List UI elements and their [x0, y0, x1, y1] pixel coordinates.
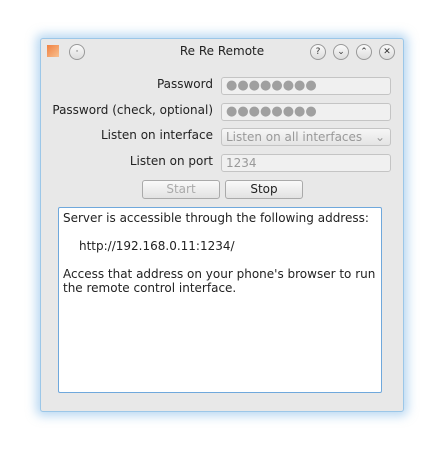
port-label: Listen on port	[129, 154, 213, 168]
stop-button[interactable]: Stop	[225, 180, 303, 199]
output-line: Server is accessible through the followi…	[63, 211, 369, 225]
password-label: Password	[156, 77, 213, 91]
minimize-icon[interactable]: ⌄	[333, 44, 349, 60]
interface-select[interactable]: Listen on all interfaces ⌄	[221, 128, 391, 146]
close-icon[interactable]: ✕	[379, 44, 395, 60]
password-input[interactable]: ●●●●●●●●	[221, 77, 391, 95]
start-button[interactable]: Start	[142, 180, 220, 199]
title-bar[interactable]: · Re Re Remote ? ⌄ ⌃ ✕	[41, 39, 403, 63]
server-address: http://192.168.0.11:1234/	[79, 239, 235, 253]
password-check-label: Password (check, optional)	[52, 103, 213, 117]
port-input[interactable]: 1234	[221, 154, 391, 172]
interface-label: Listen on interface	[100, 128, 213, 142]
app-window: · Re Re Remote ? ⌄ ⌃ ✕ Password ●●●●●●●●…	[40, 38, 404, 412]
interface-value: Listen on all interfaces	[226, 130, 363, 144]
maximize-icon[interactable]: ⌃	[356, 44, 372, 60]
output-line: Access that address on your phone's brow…	[63, 267, 376, 295]
output-textarea[interactable]: Server is accessible through the followi…	[58, 207, 382, 393]
help-icon[interactable]: ?	[310, 44, 326, 60]
password-check-input[interactable]: ●●●●●●●●	[221, 103, 391, 121]
chevron-down-icon: ⌄	[374, 130, 385, 144]
